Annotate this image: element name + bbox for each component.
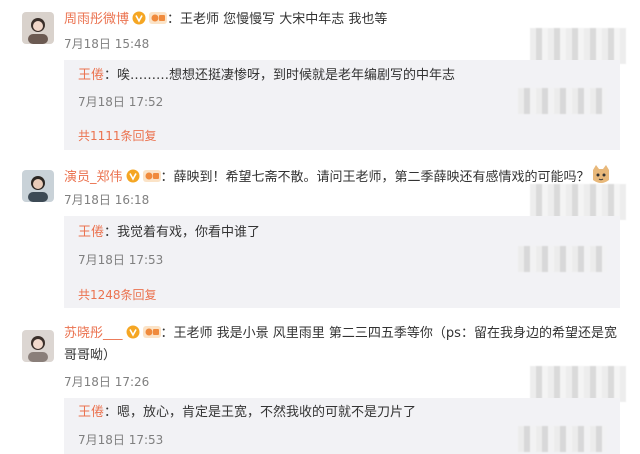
action-bar (530, 184, 626, 220)
more-replies-link[interactable]: 共1248条回复 (78, 287, 157, 303)
reply-time: 7月18日 17:53 (78, 433, 164, 447)
reply-box: 王倦：我觉着有戏，你看中谁了 7月18日 17:53 共1248条回复 (64, 216, 620, 308)
reply-time: 7月18日 17:52 (78, 95, 164, 109)
reply-box: 王倦：唉………想想还挺凄惨呀，到时候就是老年编剧写的中年志 7月18日 17:5… (64, 60, 620, 150)
action-bar (530, 28, 626, 64)
reply-author[interactable]: 王倦 (78, 405, 104, 420)
v-badge-icon (126, 169, 140, 190)
comment-text: ：王老师 您慢慢写 大宋中年志 我也等 (167, 12, 388, 27)
fan-badge-icon (142, 169, 161, 190)
comment-item: 苏晓彤___ ：王老师 我是小景 风里雨里 第二三四五季等你（ps：留在我身边的希… (0, 318, 640, 454)
comment-time: 7月18日 15:48 (64, 37, 150, 51)
reply-box: 王倦：嗯，放心，肯定是王宽，不然我收的可就不是刀片了 7月18日 17:53 (64, 398, 620, 454)
reply-text: ：我觉着有戏，你看中谁了 (104, 225, 261, 240)
username[interactable]: 演员_郑伟 (64, 170, 123, 185)
reply-author[interactable]: 王倦 (78, 225, 104, 240)
reply-time: 7月18日 17:53 (78, 253, 164, 267)
fan-badge-icon (149, 11, 168, 32)
reply-text: ：唉………想想还挺凄惨呀，到时候就是老年编剧写的中年志 (104, 68, 456, 83)
more-replies-link[interactable]: 共1111条回复 (78, 128, 157, 144)
fan-badge-icon (142, 325, 161, 346)
reply-action-bar (518, 88, 606, 114)
comment-item: 演员_郑伟 ：薛映到！希望七斋不散。请问王老师，第二季薛映还有感情戏的可能吗？ 7… (0, 158, 640, 308)
username[interactable]: 苏晓彤___ (64, 326, 123, 341)
avatar[interactable] (22, 170, 54, 202)
comment-text: ：薛映到！希望七斋不散。请问王老师，第二季薛映还有感情戏的可能吗？ (160, 170, 590, 185)
avatar[interactable] (22, 330, 54, 362)
reply-action-bar (518, 426, 606, 452)
comment-item: 周雨彤微博 ：王老师 您慢慢写 大宋中年志 我也等 7月18日 15:48 王倦：… (0, 0, 640, 150)
avatar[interactable] (22, 12, 54, 44)
comment-time: 7月18日 17:26 (64, 375, 150, 389)
v-badge-icon (126, 325, 140, 346)
comment-time: 7月18日 16:18 (64, 193, 150, 207)
username[interactable]: 周雨彤微博 (64, 12, 129, 27)
action-bar (530, 366, 626, 402)
reply-author[interactable]: 王倦 (78, 68, 104, 83)
v-badge-icon (132, 11, 146, 32)
reply-text: ：嗯，放心，肯定是王宽，不然我收的可就不是刀片了 (104, 405, 417, 420)
reply-action-bar (518, 246, 606, 272)
